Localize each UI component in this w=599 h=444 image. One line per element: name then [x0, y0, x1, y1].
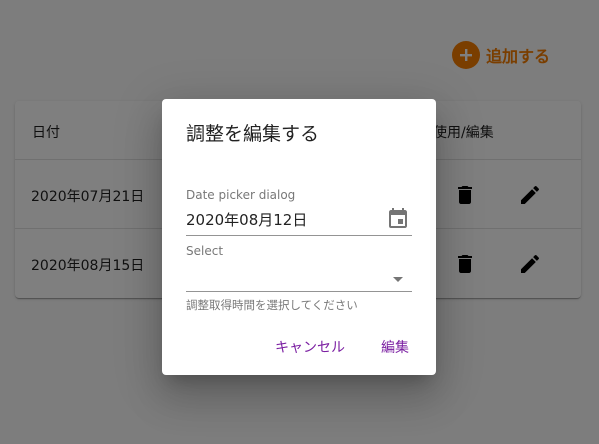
dialog-title: 調整を編集する — [186, 123, 320, 145]
edit-adjustment-dialog: 調整を編集する Date picker dialog 2020年08月12日 S… — [162, 99, 436, 375]
date-picker-input[interactable]: 2020年08月12日 — [186, 207, 412, 236]
edit-button[interactable]: 編集 — [381, 337, 409, 357]
select-helper-text: 調整取得時間を選択してください — [186, 298, 358, 312]
dropdown-arrow-icon — [386, 267, 410, 291]
date-picker-value: 2020年08月12日 — [186, 211, 308, 229]
select-field-label: Select — [186, 244, 224, 258]
date-field-label: Date picker dialog — [186, 188, 296, 202]
calendar-icon[interactable] — [386, 207, 410, 231]
cancel-button[interactable]: キャンセル — [275, 337, 345, 357]
page: 追加する 日付 使用/編集 2020年07月21日 2020年08月15日 — [0, 0, 599, 444]
time-select[interactable] — [186, 264, 412, 292]
